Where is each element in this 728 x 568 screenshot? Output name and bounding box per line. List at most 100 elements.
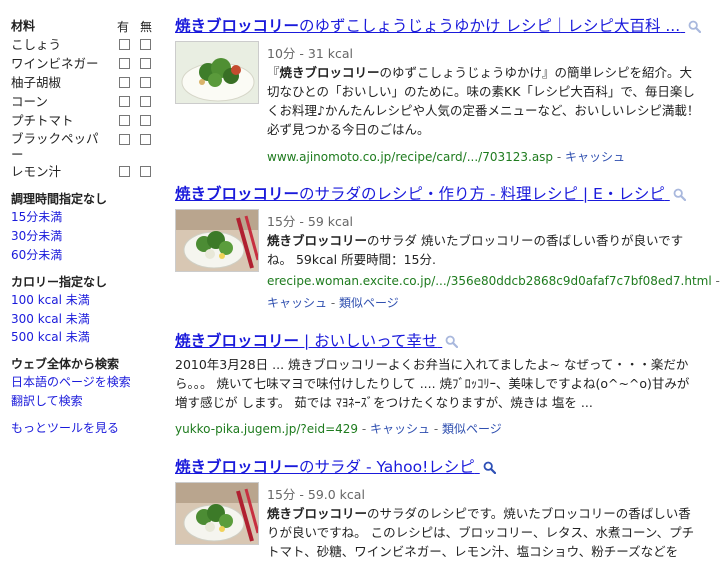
exclude-checkbox[interactable]	[140, 77, 151, 88]
result-meta: 15分 - 59.0 kcal	[267, 487, 365, 502]
include-checkbox[interactable]	[119, 166, 130, 177]
ingredient-row: ワインビネガー	[0, 55, 160, 74]
result-meta: 15分 - 59 kcal	[267, 214, 353, 229]
ingredient-label: プチトマト	[11, 113, 74, 128]
result-title-link[interactable]: 焼きブロッコリーのゆずこしょうじょうゆかけ レシピ｜レシピ大百科 ...	[175, 14, 702, 36]
snippet-line: ね。 59kcal 所要時間：15分.	[267, 252, 436, 267]
snippet-line: 切なひとの「おいしい」のために。味の素KK「レシピ大百科」で、毎日楽し	[267, 84, 695, 99]
result-title-text: のゆずこしょうじょうゆかけ レシピ｜レシピ大百科 ...	[299, 17, 681, 35]
exclude-checkbox[interactable]	[140, 166, 151, 177]
snippet-line: 増す感じが します。 茹では ﾏﾖﾈｰｽﾞをつけたくなりますが、焼きは 塩を .…	[175, 395, 593, 410]
ingredient-row: コーン	[0, 93, 160, 112]
broccoli-dish-thumbnail[interactable]	[175, 41, 259, 104]
ingredient-label: 柚子胡椒	[11, 75, 62, 90]
cache-link[interactable]: キャッシュ	[370, 422, 430, 436]
preview-magnifier-icon[interactable]	[445, 335, 459, 348]
exclude-checkbox[interactable]	[140, 115, 151, 126]
result-title-highlight: 焼きブロッコリー	[175, 458, 300, 476]
snippet-line: 焼きブロッコリーのサラダのレシピです。焼いたブロッコリーの香ばしい香	[267, 506, 691, 521]
result-url: www.ajinomoto.co.jp/recipe/card/.../7031…	[267, 150, 554, 164]
result-url-line: erecipe.woman.excite.co.jp/.../356e80ddc…	[267, 274, 720, 288]
search-result: 焼きブロッコリー | おいしいって幸せ 2010年3月28日 ... 焼きブロッ…	[175, 329, 723, 439]
time-filter-link[interactable]: 60分未満	[11, 246, 62, 263]
include-checkbox[interactable]	[119, 39, 130, 50]
result-url-line: www.ajinomoto.co.jp/recipe/card/.../7031…	[267, 150, 626, 164]
result-title-highlight: 焼きブロッコリー	[175, 185, 300, 203]
snippet-line: 2010年3月28日 ... 焼きブロッコリーよくお弁当に入れてましたよ~ なぜ…	[175, 357, 689, 372]
calorie-filter-link[interactable]: 500 kcal 未満	[11, 328, 90, 345]
include-checkbox[interactable]	[119, 58, 130, 69]
search-result: 焼きブロッコリーのゆずこしょうじょうゆかけ レシピ｜レシピ大百科 ... 10分…	[175, 14, 723, 164]
sidebar: 材料 有 無 こしょう ワインビネガー 柚子胡椒 コーン プチトマト ブラックペ…	[0, 0, 160, 568]
preview-magnifier-icon[interactable]	[483, 461, 496, 474]
result-snippet: 2010年3月28日 ... 焼きブロッコリーよくお弁当に入れてましたよ~ なぜ…	[175, 355, 723, 412]
ingredient-label: コーン	[11, 94, 48, 109]
column-no-label: 無	[140, 20, 153, 34]
result-links-line: キャッシュ - 類似ページ	[267, 296, 399, 310]
calorie-filter-link[interactable]: 300 kcal 未満	[11, 310, 90, 327]
ingredient-row: レモン汁	[0, 163, 160, 182]
snippet-highlight: 焼きブロッコリー	[267, 506, 368, 521]
search-result: 焼きブロッコリーのサラダ - Yahoo!レシピ 15分 - 59.0 kcal…	[175, 455, 723, 568]
translated-search-link[interactable]: 翻訳して検索	[11, 392, 83, 409]
cache-link[interactable]: キャッシュ	[267, 296, 327, 310]
time-filter-heading: 調理時間指定なし	[11, 192, 108, 206]
exclude-checkbox[interactable]	[140, 39, 151, 50]
include-checkbox[interactable]	[119, 96, 130, 107]
result-title-highlight: 焼きブロッコリー	[175, 17, 300, 35]
result-title-text: のサラダのレシピ・作り方 - 料理レシピ | E・レシピ	[299, 185, 665, 203]
result-snippet: 『焼きブロッコリーのゆずこしょうじょうゆかけ』の簡単レシピを紹介。大 切なひとの…	[267, 63, 723, 139]
exclude-checkbox[interactable]	[140, 58, 151, 69]
ingredient-row: 柚子胡椒	[0, 74, 160, 93]
include-checkbox[interactable]	[119, 134, 130, 145]
ingredient-row: ブラックペッパー	[0, 131, 160, 163]
snippet-highlight: 焼きブロッコリー	[267, 233, 368, 248]
result-title-text: | おいしいって幸せ	[299, 332, 438, 350]
result-url: erecipe.woman.excite.co.jp/.../356e80ddc…	[267, 274, 712, 288]
result-url: yukko-pika.jugem.jp/?eid=429	[175, 422, 359, 436]
exclude-checkbox[interactable]	[140, 134, 151, 145]
include-checkbox[interactable]	[119, 115, 130, 126]
ingredient-row: プチトマト	[0, 112, 160, 131]
snippet-highlight: 焼きブロッコリー	[279, 65, 380, 80]
result-title-link[interactable]: 焼きブロッコリーのサラダ - Yahoo!レシピ	[175, 455, 496, 477]
more-tools-link[interactable]: もっとツールを見る	[11, 419, 119, 436]
cache-link[interactable]: キャッシュ	[565, 150, 625, 164]
snippet-line: 焼きブロッコリーのサラダ 焼いたブロッコリーの香ばしい香りが良いです	[267, 233, 684, 248]
preview-magnifier-icon[interactable]	[688, 20, 702, 33]
search-result: 焼きブロッコリーのサラダのレシピ・作り方 - 料理レシピ | E・レシピ 15分…	[175, 182, 723, 312]
result-title-highlight: 焼きブロッコリー	[175, 332, 300, 350]
ingredient-label: ワインビネガー	[11, 56, 99, 71]
result-title-link[interactable]: 焼きブロッコリーのサラダのレシピ・作り方 - 料理レシピ | E・レシピ	[175, 182, 686, 204]
search-japanese-pages-link[interactable]: 日本語のページを検索	[11, 373, 131, 390]
broccoli-salad-thumbnail[interactable]	[175, 482, 259, 545]
broccoli-salad-thumbnail[interactable]	[175, 209, 259, 272]
result-snippet: 焼きブロッコリーのサラダ 焼いたブロッコリーの香ばしい香りが良いです ね。 59…	[267, 231, 723, 269]
snippet-line: ら。。。 焼いて七味マヨで味付けしたりして .... 焼ﾌﾞﾛｯｺﾘｰ、美味しで…	[175, 376, 690, 391]
column-yes-label: 有	[117, 20, 130, 34]
ingredient-label: レモン汁	[11, 164, 62, 179]
result-title-link[interactable]: 焼きブロッコリー | おいしいって幸せ	[175, 329, 459, 351]
result-snippet: 焼きブロッコリーのサラダのレシピです。焼いたブロッコリーの香ばしい香 りが良いで…	[267, 504, 723, 561]
snippet-line: トマト、砂糖、ワインビネガー、レモン汁、塩コショウ、粉チーズなどを	[267, 544, 679, 559]
similar-pages-link[interactable]: 類似ページ	[339, 296, 399, 310]
preview-magnifier-icon[interactable]	[673, 188, 686, 201]
include-checkbox[interactable]	[119, 77, 130, 88]
result-title-text: のサラダ - Yahoo!レシピ	[299, 458, 475, 476]
ingredient-row: こしょう	[0, 36, 160, 55]
ingredient-label: ブラックペッパー	[11, 131, 99, 162]
similar-pages-link[interactable]: 類似ページ	[442, 422, 502, 436]
calorie-filter-heading: カロリー指定なし	[11, 275, 108, 289]
ingredients-heading: 材料	[11, 19, 36, 33]
time-filter-link[interactable]: 15分未満	[11, 208, 62, 225]
web-search-heading: ウェブ全体から検索	[11, 357, 120, 371]
result-url-line: yukko-pika.jugem.jp/?eid=429 - キャッシュ - 類…	[175, 422, 502, 436]
exclude-checkbox[interactable]	[140, 96, 151, 107]
snippet-line: 必ず見つかる今日のごはん。	[267, 122, 430, 137]
snippet-line: りが良いですね。 このレシピは、ブロッコリー、レタス、水煮コーン、プチ	[267, 525, 695, 540]
time-filter-link[interactable]: 30分未満	[11, 227, 62, 244]
ingredient-label: こしょう	[11, 37, 62, 52]
calorie-filter-link[interactable]: 100 kcal 未満	[11, 291, 90, 308]
result-meta: 10分 - 31 kcal	[267, 46, 353, 61]
snippet-line: 『焼きブロッコリーのゆずこしょうじょうゆかけ』の簡単レシピを紹介。大	[267, 65, 693, 80]
